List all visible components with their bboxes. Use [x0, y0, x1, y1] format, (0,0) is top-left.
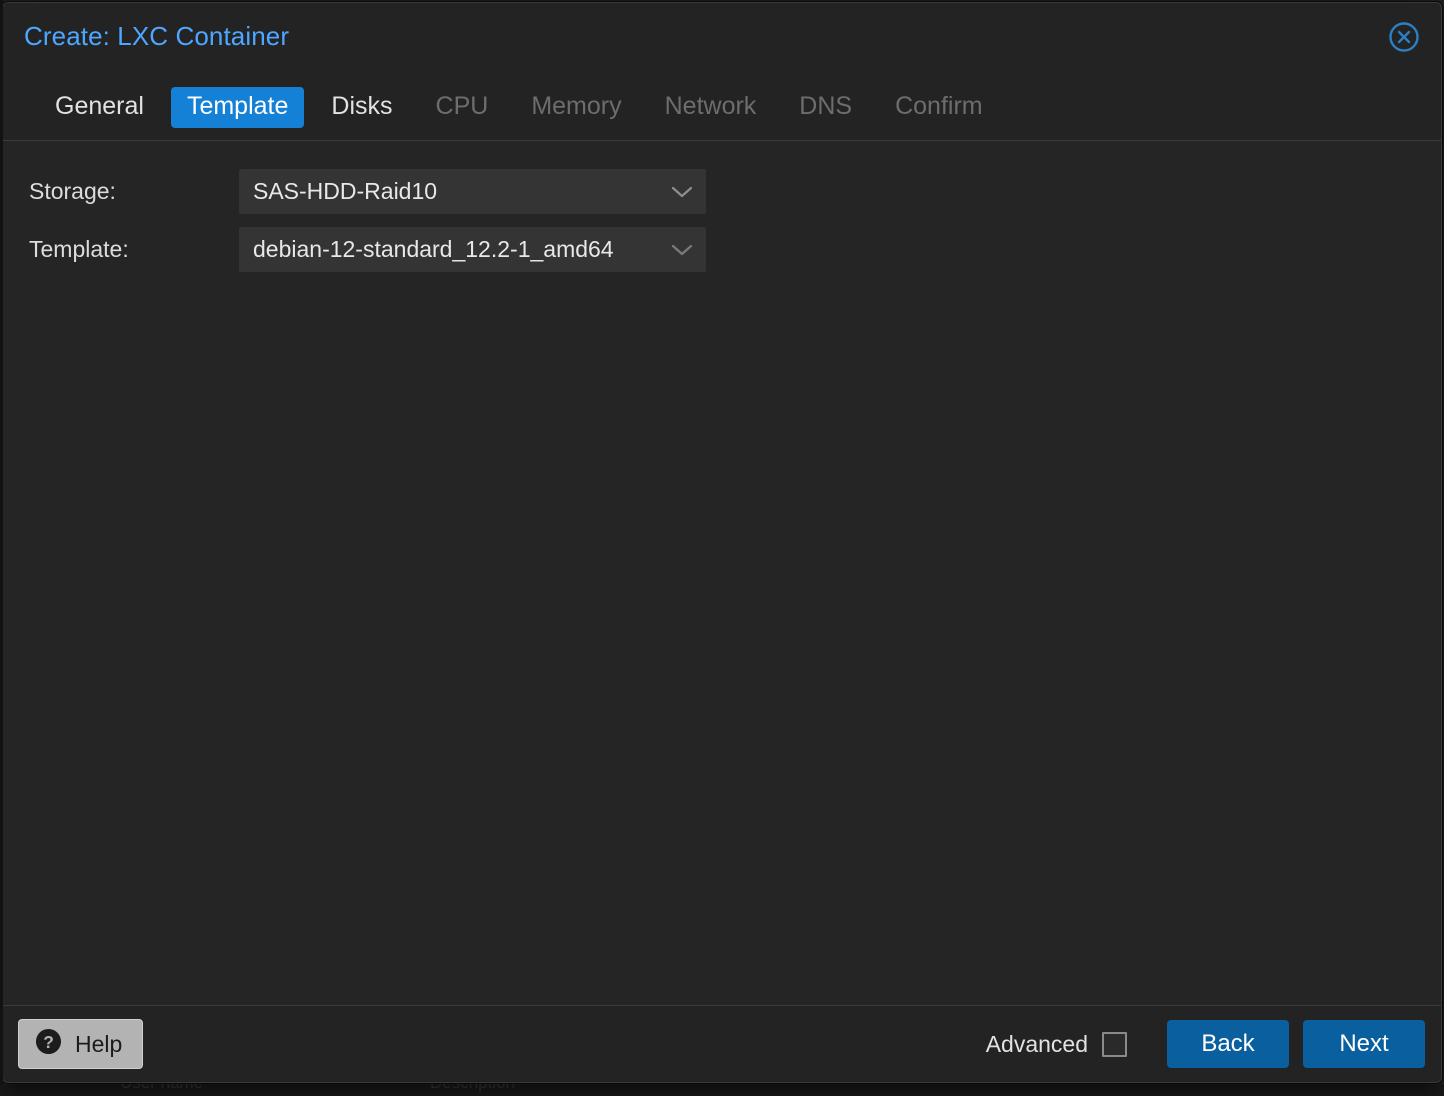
help-button-label: Help: [75, 1030, 123, 1057]
chevron-down-icon: [670, 227, 694, 272]
create-lxc-container-dialog: Create: LXC Container General Template D…: [2, 2, 1442, 1083]
storage-select-value: SAS-HDD-Raid10: [253, 178, 438, 204]
tab-template[interactable]: Template: [170, 87, 305, 128]
close-icon[interactable]: [1387, 20, 1421, 54]
template-label: Template:: [29, 236, 129, 262]
help-button[interactable]: ? Help: [18, 1019, 144, 1069]
template-select-value: debian-12-standard_12.2-1_amd64: [253, 236, 614, 262]
advanced-checkbox[interactable]: [1102, 1031, 1127, 1057]
dialog-footer: ? Help Advanced Back Next: [3, 1005, 1441, 1082]
tab-network: Network: [664, 92, 757, 120]
template-select[interactable]: debian-12-standard_12.2-1_amd64: [239, 227, 706, 272]
tab-confirm: Confirm: [895, 92, 983, 120]
advanced-label: Advanced: [985, 1030, 1088, 1057]
storage-label: Storage:: [29, 178, 116, 204]
question-circle-icon: ?: [35, 1028, 62, 1061]
storage-select[interactable]: SAS-HDD-Raid10: [239, 169, 706, 214]
tab-memory: Memory: [531, 92, 622, 120]
storage-row: Storage: SAS-HDD-Raid10: [3, 169, 1441, 214]
wizard-tab-bar: General Template Disks CPU Memory Networ…: [3, 75, 1441, 141]
svg-text:?: ?: [43, 1031, 54, 1051]
tab-dns: DNS: [799, 92, 853, 120]
advanced-toggle[interactable]: Advanced: [986, 1031, 1127, 1058]
tab-cpu: CPU: [435, 92, 489, 120]
next-button[interactable]: Next: [1303, 1020, 1425, 1068]
back-button[interactable]: Back: [1167, 1020, 1289, 1068]
dialog-header: Create: LXC Container: [3, 3, 1441, 75]
template-row: Template: debian-12-standard_12.2-1_amd6…: [3, 227, 1441, 272]
tab-disks[interactable]: Disks: [315, 87, 408, 128]
template-panel: Storage: SAS-HDD-Raid10 Template: debian…: [3, 141, 1441, 1005]
chevron-down-icon: [670, 169, 694, 214]
tab-general[interactable]: General: [39, 87, 160, 128]
page-title: Create: LXC Container: [24, 21, 290, 51]
